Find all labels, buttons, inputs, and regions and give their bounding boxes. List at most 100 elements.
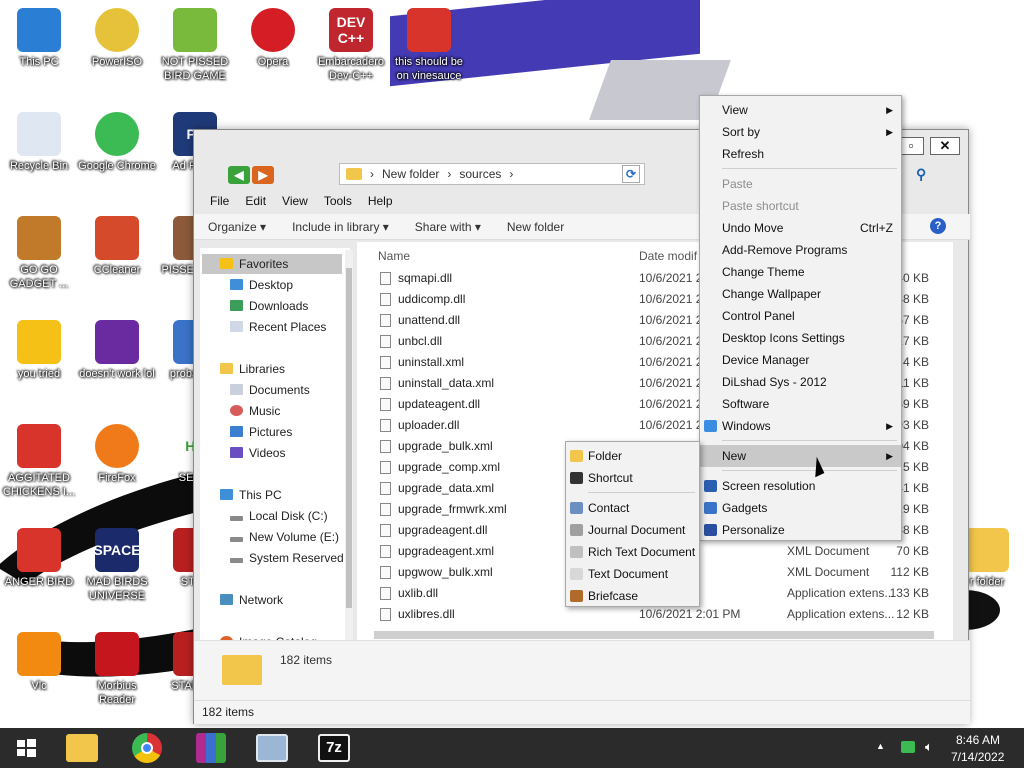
- address-bar[interactable]: › New folder › sources › ▼: [339, 163, 645, 185]
- menu-item-shortcut[interactable]: Shortcut: [566, 467, 699, 489]
- menu-item-add-remove-programs[interactable]: Add-Remove Programs: [700, 239, 901, 261]
- devcpp-icon: DEV C++: [329, 8, 373, 52]
- desktop-icon-item[interactable]: Opera: [234, 8, 312, 69]
- desktop-icon-item[interactable]: NOT PISSED BIRD GAME: [156, 8, 234, 83]
- angry-bird-icon: [17, 528, 61, 572]
- network-app-icon[interactable]: [256, 734, 288, 762]
- nav-documents[interactable]: Documents: [230, 380, 310, 400]
- menu-item-refresh[interactable]: Refresh: [700, 143, 901, 165]
- nav-new-volume[interactable]: New Volume (E:): [230, 527, 339, 547]
- desktop-icon-item[interactable]: Vlc: [0, 632, 78, 693]
- menu-item-folder[interactable]: Folder: [566, 445, 699, 467]
- column-header-date[interactable]: Date modif: [639, 249, 697, 263]
- menu-item-paste-shortcut[interactable]: Paste shortcut: [700, 195, 901, 217]
- nav-system-reserved[interactable]: System Reserved: [230, 548, 344, 568]
- menu-file[interactable]: File: [202, 192, 237, 212]
- desktop-icon-item[interactable]: Recycle Bin: [0, 112, 78, 173]
- file-name: sqmapi.dll: [398, 271, 453, 285]
- menu-item-rich-text-document[interactable]: Rich Text Document: [566, 541, 699, 563]
- new-folder-button[interactable]: New folder: [507, 220, 564, 234]
- menu-item-briefcase[interactable]: Briefcase: [566, 585, 699, 607]
- desktop-icon-item[interactable]: Google Chrome: [78, 112, 156, 173]
- windows-start-icon[interactable]: [8, 732, 44, 764]
- nav-local-disk[interactable]: Local Disk (C:): [230, 506, 328, 526]
- menu-item-device-manager[interactable]: Device Manager: [700, 349, 901, 371]
- menu-help[interactable]: Help: [360, 192, 401, 212]
- file-explorer-icon[interactable]: [66, 734, 98, 762]
- desktop-icon-item[interactable]: Morbius Reader: [78, 632, 156, 707]
- column-header-name[interactable]: Name: [378, 249, 410, 263]
- menu-edit[interactable]: Edit: [237, 192, 274, 212]
- menu-item-personalize[interactable]: Personalize: [700, 519, 901, 541]
- nav-desktop[interactable]: Desktop: [230, 275, 293, 295]
- menu-item-software[interactable]: Software: [700, 393, 901, 415]
- menu-item-control-panel[interactable]: Control Panel: [700, 305, 901, 327]
- screen-resolution-icon: [704, 480, 717, 492]
- nav-scrollbar-thumb[interactable]: [346, 268, 352, 608]
- nav-favorites[interactable]: Favorites: [202, 254, 342, 274]
- menu-item-change-theme[interactable]: Change Theme: [700, 261, 901, 283]
- include-in-library-button[interactable]: Include in library ▾: [292, 220, 389, 234]
- tray-expand-icon[interactable]: ▲: [876, 741, 885, 751]
- menu-item-screen-resolution[interactable]: Screen resolution: [700, 475, 901, 497]
- file-list-horizontal-scrollbar[interactable]: [374, 631, 934, 639]
- nav-this-pc[interactable]: This PC: [220, 485, 282, 505]
- menu-item-paste[interactable]: Paste: [700, 173, 901, 195]
- desktop-icon-item[interactable]: ANGER BIRD: [0, 528, 78, 589]
- menu-item-contact[interactable]: Contact: [566, 497, 699, 519]
- menu-item-new[interactable]: New ▶: [700, 445, 901, 467]
- desktop-icon-item[interactable]: DEV C++ Embarcadero Dev-C++: [312, 8, 390, 83]
- nav-network[interactable]: Network: [220, 590, 283, 610]
- nav-videos[interactable]: Videos: [230, 443, 285, 463]
- menu-item-dilshad-sys-2012[interactable]: DiLshad Sys - 2012: [700, 371, 901, 393]
- refresh-icon[interactable]: ⟳: [622, 165, 640, 183]
- menu-view[interactable]: View: [274, 192, 316, 212]
- share-with-button[interactable]: Share with ▾: [415, 220, 481, 234]
- desktop-icon-item[interactable]: doesn't work lol: [78, 320, 156, 381]
- desktop-icon-item[interactable]: AGGITATED CHICKENS I...: [0, 424, 78, 499]
- menu-item-change-wallpaper[interactable]: Change Wallpaper: [700, 283, 901, 305]
- desktop-icon-item[interactable]: you tried: [0, 320, 78, 381]
- menu-item-view[interactable]: View ▶: [700, 99, 901, 121]
- desktop-icon-item[interactable]: this should be on vinesauce: [390, 8, 468, 83]
- menu-tools[interactable]: Tools: [316, 192, 360, 212]
- desktop-icon-item[interactable]: PowerISO: [78, 8, 156, 69]
- opera-icon: [251, 8, 295, 52]
- nav-libraries[interactable]: Libraries: [220, 359, 285, 379]
- desktop-icon-item[interactable]: This PC: [0, 8, 78, 69]
- nav-downloads[interactable]: Downloads: [230, 296, 308, 316]
- nav-pictures[interactable]: Pictures: [230, 422, 292, 442]
- file-row[interactable]: uxlibres.dll 10/6/2021 2:01 PM Application…: [357, 604, 953, 625]
- 7zip-icon[interactable]: 7z: [318, 734, 350, 762]
- menu-item-label: Refresh: [722, 147, 765, 161]
- organize-button[interactable]: Organize ▾: [208, 220, 266, 234]
- menu-item-journal-document[interactable]: Journal Document: [566, 519, 699, 541]
- menu-item-desktop-icons-settings[interactable]: Desktop Icons Settings: [700, 327, 901, 349]
- forward-button[interactable]: ▶: [252, 166, 274, 184]
- menu-item-windows[interactable]: Windows ▶: [700, 415, 901, 437]
- search-icon[interactable]: ⚲: [916, 166, 926, 183]
- desktop-icon-item[interactable]: FireFox: [78, 424, 156, 485]
- music-icon: [230, 405, 243, 416]
- volume-icon[interactable]: 🔈︎: [925, 739, 933, 755]
- help-icon[interactable]: ?: [930, 218, 946, 234]
- close-button[interactable]: ✕: [930, 137, 960, 155]
- menu-item-text-document[interactable]: Text Document: [566, 563, 699, 585]
- menu-item-gadgets[interactable]: Gadgets: [700, 497, 901, 519]
- nav-recent-places[interactable]: Recent Places: [230, 317, 326, 337]
- menu-item-undo-move[interactable]: Undo Move Ctrl+Z: [700, 217, 901, 239]
- desktop-icon-item[interactable]: GO GO GADGET ...: [0, 216, 78, 291]
- back-button[interactable]: ◀: [228, 166, 250, 184]
- tray-app-icon[interactable]: [901, 741, 915, 753]
- winrar-icon[interactable]: [196, 733, 226, 763]
- nav-music[interactable]: Music: [230, 401, 280, 421]
- chrome-icon[interactable]: [132, 733, 162, 763]
- clock-time[interactable]: 8:46 AM: [956, 733, 1000, 747]
- desktop-icon-item[interactable]: SPACE MAD BIRDS UNIVERSE: [78, 528, 156, 603]
- breadcrumb-item[interactable]: sources: [459, 167, 501, 181]
- menu-item-sort-by[interactable]: Sort by ▶: [700, 121, 901, 143]
- clock-date[interactable]: 7/14/2022: [951, 750, 1004, 764]
- desktop-icon-item[interactable]: CCleaner: [78, 216, 156, 277]
- breadcrumb-item[interactable]: New folder: [382, 167, 439, 181]
- file-icon: [380, 293, 391, 306]
